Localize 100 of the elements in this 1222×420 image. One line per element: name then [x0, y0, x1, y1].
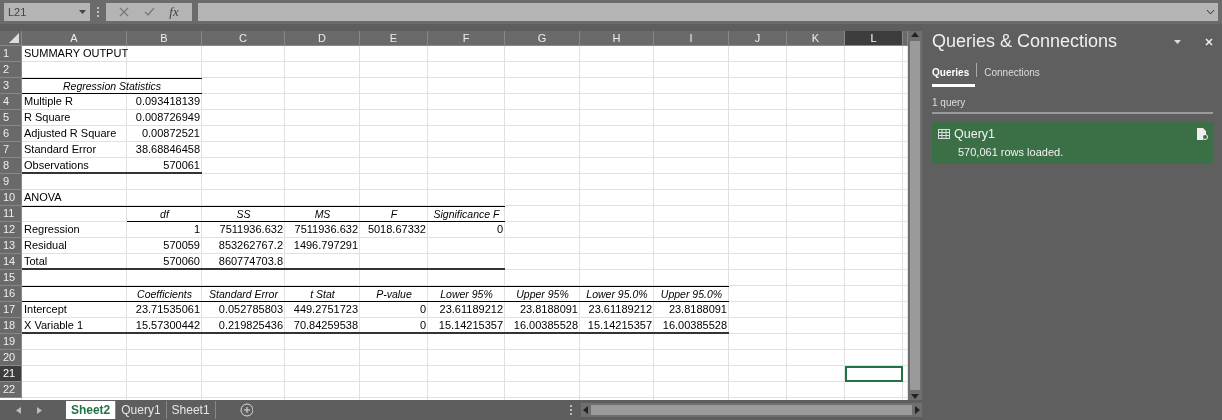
row-header[interactable]: 22: [0, 382, 22, 398]
table-cell-text: Adjusted R Square: [23, 126, 118, 141]
name-box[interactable]: L21: [4, 3, 90, 21]
select-all-button[interactable]: [0, 31, 22, 46]
table-cell-text: SUMMARY OUTPUT: [23, 46, 127, 61]
row-header[interactable]: 5: [0, 110, 22, 126]
vertical-scrollbar[interactable]: [908, 31, 922, 400]
column-header[interactable]: H: [580, 31, 654, 46]
row-header[interactable]: 9: [0, 174, 22, 190]
row-header[interactable]: 2: [0, 62, 22, 78]
row-header[interactable]: 11: [0, 206, 22, 222]
table-cell: 70.84259538: [285, 318, 360, 334]
dropdown-caret-icon: [79, 10, 86, 14]
table-cell: 0: [360, 318, 428, 334]
table-cell: 860774703.8: [202, 254, 285, 270]
table-cell: Observations: [22, 158, 127, 174]
table-cell-text: 23.8188091: [667, 302, 728, 317]
cancel-icon[interactable]: [119, 7, 130, 17]
table-cell-text: Intercept: [23, 302, 68, 317]
row-header[interactable]: 17: [0, 302, 22, 318]
panel-tab[interactable]: Queries: [932, 63, 976, 87]
row-header[interactable]: 3: [0, 78, 22, 94]
sheet-tab[interactable]: Query1: [116, 401, 167, 419]
table-cell: 15.14215357: [580, 318, 654, 334]
row-header[interactable]: 16: [0, 286, 22, 302]
column-header[interactable]: B: [127, 31, 202, 46]
table-cell: MS: [285, 206, 360, 222]
row-header[interactable]: 14: [0, 254, 22, 270]
row-header[interactable]: 21: [0, 366, 22, 382]
expand-caret-icon[interactable]: [1206, 9, 1215, 15]
table-cell: Total: [22, 254, 127, 270]
table-cell: P-value: [360, 286, 428, 302]
panel-tab[interactable]: Connections: [984, 63, 1046, 84]
formula-input[interactable]: [198, 3, 1218, 21]
table-cell: 16.00385528: [505, 318, 580, 334]
query-card[interactable]: Query1 570,061 rows loaded.: [932, 122, 1213, 165]
table-cell-text: 23.71535061: [134, 302, 201, 317]
scroll-thumb[interactable]: [591, 405, 912, 415]
table-cell-text: 449.2751723: [292, 302, 359, 317]
add-sheet-icon[interactable]: [239, 403, 254, 417]
table-cell-text: 5018.67332: [366, 222, 427, 237]
table-cell-text: 38.68846458: [134, 142, 201, 157]
next-sheet-icon[interactable]: [36, 406, 42, 414]
table-cell-text: Standard Error: [23, 142, 98, 157]
table-cell-text: 853262767.2: [217, 238, 284, 253]
active-cell[interactable]: [845, 366, 903, 382]
row-header[interactable]: 10: [0, 190, 22, 206]
column-header[interactable]: C: [202, 31, 285, 46]
row-header[interactable]: 4: [0, 94, 22, 110]
table-cell: 15.14215357: [428, 318, 505, 334]
table-cell-text: 0.093418139: [134, 94, 201, 109]
table-cell-text: 7511936.632: [218, 222, 284, 237]
horizontal-scrollbar[interactable]: [581, 403, 922, 417]
row-header[interactable]: 6: [0, 126, 22, 142]
table-cell-text: 0.008726949: [134, 110, 201, 125]
column-header[interactable]: E: [360, 31, 428, 46]
insert-function-button[interactable]: fx: [169, 2, 179, 22]
sheet-tab[interactable]: Sheet1: [166, 401, 216, 419]
refresh-document-icon[interactable]: [1197, 128, 1208, 141]
column-header[interactable]: K: [787, 31, 845, 46]
row-header[interactable]: 20: [0, 350, 22, 366]
grip-icon: [96, 6, 100, 18]
query-name: Query1: [954, 126, 996, 143]
table-cell-text: R Square: [23, 110, 72, 125]
column-header[interactable]: F: [428, 31, 505, 46]
previous-sheet-icon[interactable]: [16, 406, 21, 414]
column-header[interactable]: D: [285, 31, 360, 46]
column-header[interactable]: I: [654, 31, 729, 46]
table-cell: t Stat: [285, 286, 360, 302]
column-header[interactable]: L: [845, 31, 903, 46]
row-header[interactable]: 12: [0, 222, 22, 238]
grip-icon[interactable]: [569, 404, 574, 416]
scroll-thumb[interactable]: [910, 41, 920, 390]
table-cell: Lower 95.0%: [580, 286, 654, 302]
scroll-up-icon[interactable]: [911, 31, 919, 39]
table-cell: SS: [202, 206, 285, 222]
column-header[interactable]: A: [22, 31, 127, 46]
row-header[interactable]: 15: [0, 270, 22, 286]
table-icon: [938, 129, 950, 140]
row-header[interactable]: 7: [0, 142, 22, 158]
dropdown-caret-icon[interactable]: [1174, 39, 1181, 44]
close-icon[interactable]: [1205, 37, 1213, 46]
table-cell-text: 23.61189212: [587, 302, 653, 317]
table-cell-text: 0: [418, 302, 427, 317]
table-cell-text: Multiple R: [23, 94, 74, 109]
table-cell-text: 7511936.632: [293, 222, 359, 237]
corner-triangle-icon: [9, 33, 19, 43]
row-header[interactable]: 1: [0, 46, 22, 62]
checkmark-icon[interactable]: [143, 7, 155, 17]
column-header[interactable]: J: [729, 31, 787, 46]
scroll-right-icon[interactable]: [914, 406, 920, 414]
table-cell: Lower 95%: [428, 286, 505, 302]
column-header[interactable]: G: [505, 31, 580, 46]
row-header[interactable]: 13: [0, 238, 22, 254]
sheet-tab[interactable]: Sheet2: [65, 401, 117, 419]
row-header[interactable]: 19: [0, 334, 22, 350]
table-cell: X Variable 1: [22, 318, 127, 334]
table-cell: Upper 95%: [505, 286, 580, 302]
row-header[interactable]: 8: [0, 158, 22, 174]
row-header[interactable]: 18: [0, 318, 22, 334]
